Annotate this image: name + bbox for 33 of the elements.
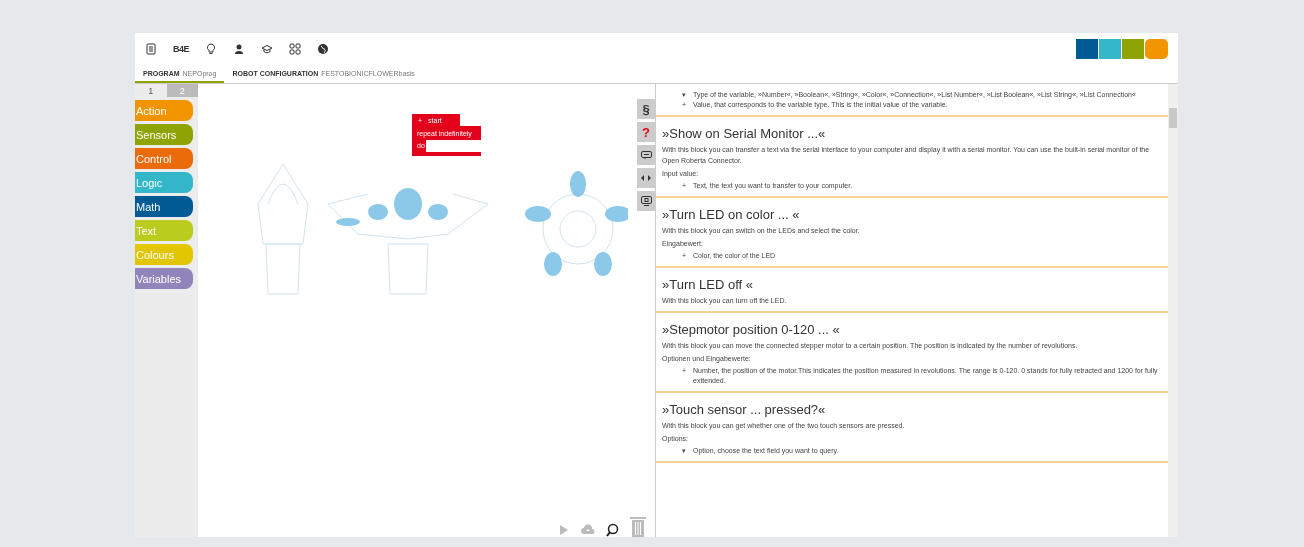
side-panel-button[interactable] (637, 168, 655, 188)
block-category[interactable]: Control (135, 148, 193, 169)
code-icon (641, 175, 651, 181)
help-heading: »Show on Serial Monitor ...« (662, 126, 827, 141)
toolbox-tab[interactable]: 2 (166, 84, 198, 97)
graduation-cap-icon[interactable] (261, 43, 273, 55)
help-heading: »Turn LED off « (662, 277, 755, 292)
block-category[interactable]: Sensors (135, 124, 193, 145)
side-panel-button[interactable]: § (637, 99, 655, 119)
block-category[interactable]: Text (135, 220, 193, 241)
help-heading: »Touch sensor ... pressed?« (662, 402, 827, 417)
question-mark: ? (642, 124, 650, 140)
block-category[interactable]: Math (135, 196, 193, 217)
block-category[interactable]: Colours (135, 244, 193, 265)
comment-icon (640, 150, 652, 160)
user-icon[interactable] (233, 43, 245, 55)
toolbar-label[interactable]: B4E (173, 44, 189, 54)
scrollbar[interactable] (1168, 84, 1178, 537)
lightbulb-icon[interactable] (205, 43, 217, 55)
document-icon[interactable] (145, 43, 157, 55)
help-heading: »Turn LED on color ... « (662, 207, 801, 222)
grid-icon[interactable] (289, 43, 301, 55)
screen-icon (640, 196, 652, 206)
globe-icon[interactable] (317, 43, 329, 55)
side-panel-button[interactable] (637, 191, 655, 211)
block-category[interactable]: Variables (135, 268, 193, 289)
side-panel-button[interactable]: ? (637, 122, 655, 142)
paragraph-sign: § (642, 101, 650, 117)
block-category[interactable]: Logic (135, 172, 193, 193)
side-panel-button[interactable] (637, 145, 655, 165)
zoom-icon[interactable] (605, 523, 619, 537)
block-category[interactable]: Action (135, 100, 193, 121)
help-heading: »Stepmotor position 0-120 ... « (662, 322, 841, 337)
